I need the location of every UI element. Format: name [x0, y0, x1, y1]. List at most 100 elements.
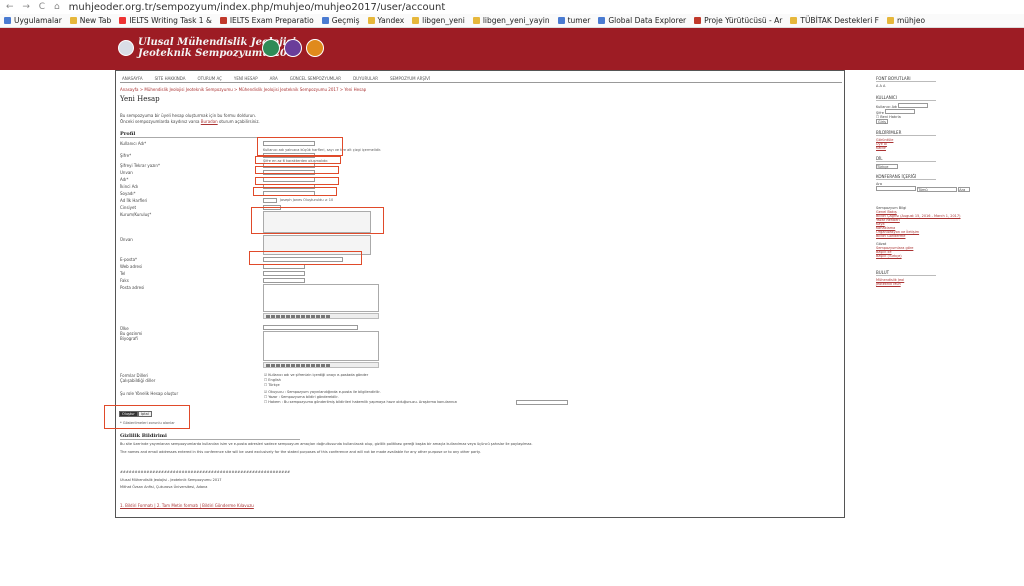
bookmarks-bar: Uygulamalar New Tab IELTS Writing Task 1…	[0, 14, 1024, 28]
footer-links: 1. Bildiri Formatı | 2. Tam Metin format…	[120, 503, 254, 508]
symposium-logo	[118, 40, 134, 56]
label-gender: Cinsiyet	[120, 205, 137, 210]
bookmark-muhjeo[interactable]: mühjeo	[886, 16, 925, 25]
sidebar-notifications: BİLDİRİMLER Görüntüle Üye ol Kaldır	[876, 130, 936, 150]
font-size-icons[interactable]: A A A	[876, 84, 936, 88]
reviewer-interests-input[interactable]	[516, 400, 568, 405]
annotation-lastname	[253, 187, 337, 196]
bookmark-ielts-writing[interactable]: IELTS Writing Task 1 &	[119, 16, 212, 25]
annotation-password	[255, 156, 341, 164]
address-editor[interactable]	[263, 284, 379, 312]
menu-archive[interactable]: SEMPOZYUM ARŞİVİ	[390, 76, 430, 81]
bookmark-newtab[interactable]: New Tab	[69, 16, 111, 25]
label-password-repeat: Şifreyi Tekrar yazın*	[120, 163, 160, 168]
sidebar-search-button[interactable]: Ara	[958, 187, 971, 192]
notify-checkbox[interactable]: ☑ Kullanıcı adı ve şifrenizin içerdiği o…	[264, 373, 368, 377]
menu-home[interactable]: ANASAYFA	[122, 76, 143, 81]
page-icon	[790, 17, 798, 24]
content-panel: ANASAYFA SITE HAKKINDA OTURUM AÇ YENİ HE…	[104, 70, 845, 518]
bookmark-libgen-yayin[interactable]: libgen_yeni_yayin	[472, 16, 550, 25]
ielts-icon	[219, 17, 227, 24]
footer-link-guide[interactable]: Bildiri Gönderme Kılavuzu	[202, 503, 254, 508]
sidebar-login-button[interactable]: Giriş	[876, 119, 888, 124]
privacy-heading: Gizlilik Bildirimi	[120, 433, 300, 440]
privacy-text-tr: Bu site üzerinde yayımlanan sempozyumlar…	[120, 442, 533, 446]
folder-icon	[886, 17, 894, 24]
role-reader-checkbox[interactable]: ☑ Okuyucu : Sempozyum yayınlandığında e-…	[264, 390, 381, 394]
address-bar[interactable]: ← → C ⌂ muhjeoder.org.tr/sempozyum/index…	[0, 0, 1024, 14]
bio-editor-toolbar[interactable]	[263, 362, 379, 368]
lang-turkish-checkbox[interactable]: ☐ Türkçe	[264, 383, 280, 387]
breadcrumb[interactable]: Anasayfa > Mühendislik Jeolojisi Jeotekn…	[120, 87, 366, 92]
folder-icon	[412, 17, 420, 24]
country-select[interactable]	[263, 325, 358, 330]
bookmark-apps[interactable]: Uygulamalar	[4, 16, 62, 25]
phone-input[interactable]	[263, 271, 305, 276]
label-working-languages: Çalışabildiği diller	[120, 378, 156, 383]
menu-current[interactable]: GÜNCEL SEMPOZYUMLAR	[290, 76, 341, 81]
sidebar-password-input[interactable]	[885, 109, 916, 114]
footer-link-abstract[interactable]: 1. Bildiri Formatı	[120, 503, 153, 508]
folder-icon	[367, 17, 375, 24]
role-reviewer-checkbox[interactable]: ☐ Hakem : Bu sempozyuma gönderilmiş bild…	[264, 400, 457, 404]
url-text: muhjeoder.org.tr/sempozyum/index.php/muh…	[68, 1, 446, 13]
label-lastname: Soyadı*	[120, 191, 136, 196]
bookmark-libgen[interactable]: libgen_yeni	[412, 16, 465, 25]
sidebar-info: Sempozyum Bilgi Genel Bakış Bildiri Çağr…	[876, 206, 961, 238]
lang-english-checkbox[interactable]: ☐ English	[264, 378, 281, 382]
address-editor-toolbar[interactable]	[263, 313, 379, 319]
page-icon	[557, 17, 565, 24]
sidebar-browse: Gözat Sempozyumlara göre Başlık ile Başl…	[876, 242, 914, 258]
menu-announcements[interactable]: DUYURULAR	[353, 76, 378, 81]
sidebar-username-input[interactable]	[898, 103, 929, 108]
sidebar-search-input[interactable]	[876, 186, 916, 191]
bookmark-yandex[interactable]: Yandex	[367, 16, 404, 25]
bookmark-ielts-exam[interactable]: IELTS Exam Preparatio	[219, 16, 314, 25]
nav-arrows-icon[interactable]: ← → C ⌂	[6, 2, 63, 12]
bookmark-tubitak[interactable]: TÜBİTAK Destekleri F	[790, 16, 879, 25]
privacy-text-en: The names and email addresses entered in…	[120, 450, 481, 454]
bio-editor[interactable]	[263, 331, 379, 361]
browse-by-title-tr[interactable]: Başlık (Türkçe)	[876, 254, 913, 258]
annotation-password-repeat	[255, 166, 339, 174]
menu-search[interactable]: ARA	[270, 76, 278, 81]
notify-unsubscribe-link[interactable]: Kaldır	[876, 146, 936, 150]
annotation-submit	[104, 405, 190, 429]
sidebar-user: KULLANICI Kullanıcı Adı Şifre ☐ Beni Hat…	[876, 95, 936, 124]
annotation-username	[257, 137, 343, 156]
bookmark-proje[interactable]: Proje Yürütücüsü - Ar	[694, 16, 782, 25]
role-author-checkbox[interactable]: ☐ Yazar : Sempozyuma bildiri gönderebili…	[264, 395, 339, 399]
label-bio: Biyografi	[120, 336, 138, 341]
label-email: E-posta*	[120, 257, 138, 262]
sidebar-cloud: BULUT Mühendislik Jeol Jeoteknik Müh	[876, 270, 936, 286]
menu-about[interactable]: SITE HAKKINDA	[155, 76, 186, 81]
label-password: Şifre*	[120, 153, 132, 158]
fax-input[interactable]	[263, 278, 305, 283]
menu-login[interactable]: OTURUM AÇ	[198, 76, 222, 81]
sidebar-language: DİL Türkçe	[876, 156, 936, 169]
sidebar-font: FONT BOYUTLARI A A A	[876, 76, 936, 88]
initials-input[interactable]	[263, 198, 277, 203]
site-banner: Ulusal Mühendislik Jeolojisi Jeoteknik S…	[0, 28, 1024, 70]
cloud-link-2[interactable]: Jeoteknik Müh	[876, 282, 936, 286]
label-middlename: İkinci Adı	[120, 184, 139, 189]
sidebar-search-scope[interactable]: Tümü	[917, 187, 958, 192]
separator: ########################################…	[120, 470, 291, 474]
sponsor-logo-1	[262, 39, 280, 57]
label-url: Web adresi	[120, 264, 143, 269]
label-phone: Tel	[120, 271, 126, 276]
menu-register[interactable]: YENİ HESAP	[234, 76, 258, 81]
bookmark-tumer[interactable]: tumer	[557, 16, 590, 25]
bookmark-history[interactable]: Geçmiş	[321, 16, 360, 25]
info-link-submission[interactable]: Bildiri Gönderme	[876, 234, 961, 238]
footer-link-fulltext[interactable]: 2. Tam Metin formatı	[157, 503, 198, 508]
bookmark-global-data[interactable]: Global Data Explorer	[598, 16, 686, 25]
login-link[interactable]: Buradan	[201, 119, 218, 124]
language-select[interactable]: Türkçe	[876, 164, 898, 169]
history-icon	[321, 17, 329, 24]
sponsor-logo-2	[284, 39, 302, 57]
initials-example: Joseph Jones Oluşturuldu ≥ 10	[280, 198, 334, 202]
label-username: Kullanıcı Adı*	[120, 141, 147, 146]
org-name: Ulusal Mühendislik Jeolojisi - Jeoteknik…	[120, 478, 222, 482]
label-title: Ünvan	[120, 237, 133, 242]
